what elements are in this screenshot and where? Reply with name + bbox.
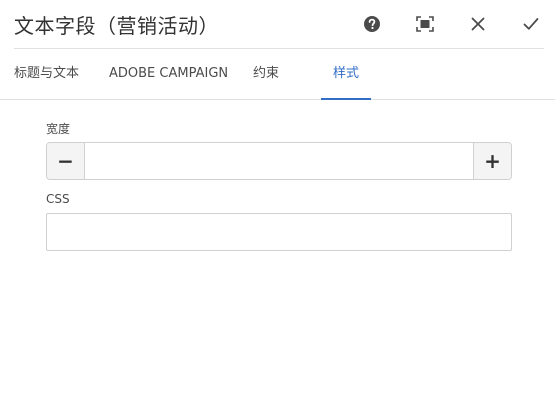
tab-constraints[interactable]: 约束: [253, 49, 279, 99]
increment-button[interactable]: +: [473, 143, 511, 179]
tab-title-and-text[interactable]: 标题与文本: [14, 49, 79, 99]
help-icon: [364, 16, 380, 32]
header-actions: [332, 11, 544, 37]
width-label: 宽度: [46, 122, 71, 136]
checkmark-icon: [523, 18, 539, 30]
tab-bar: 标题与文本 ADOBE CAMPAIGN 约束 样式: [0, 49, 555, 100]
confirm-button[interactable]: [518, 11, 544, 37]
decrement-button[interactable]: −: [47, 143, 85, 179]
css-label: CSS: [46, 192, 70, 206]
dialog-header: 文本字段（营销活动）: [14, 0, 544, 49]
dialog: 文本字段（营销活动） 标题与文本 ADOBE CAMPAIGN 约束 样式 宽度…: [0, 0, 555, 419]
close-icon: [471, 17, 485, 31]
tab-adobe-campaign[interactable]: ADOBE CAMPAIGN: [109, 49, 228, 99]
width-stepper: − +: [46, 142, 512, 180]
css-input[interactable]: [46, 213, 512, 251]
tab-styles[interactable]: 样式: [320, 49, 372, 100]
help-button[interactable]: [359, 11, 385, 37]
close-button[interactable]: [465, 11, 491, 37]
fullscreen-icon: [416, 16, 434, 32]
fullscreen-button[interactable]: [412, 11, 438, 37]
width-input[interactable]: [85, 143, 473, 177]
dialog-title: 文本字段（营销活动）: [14, 13, 219, 38]
